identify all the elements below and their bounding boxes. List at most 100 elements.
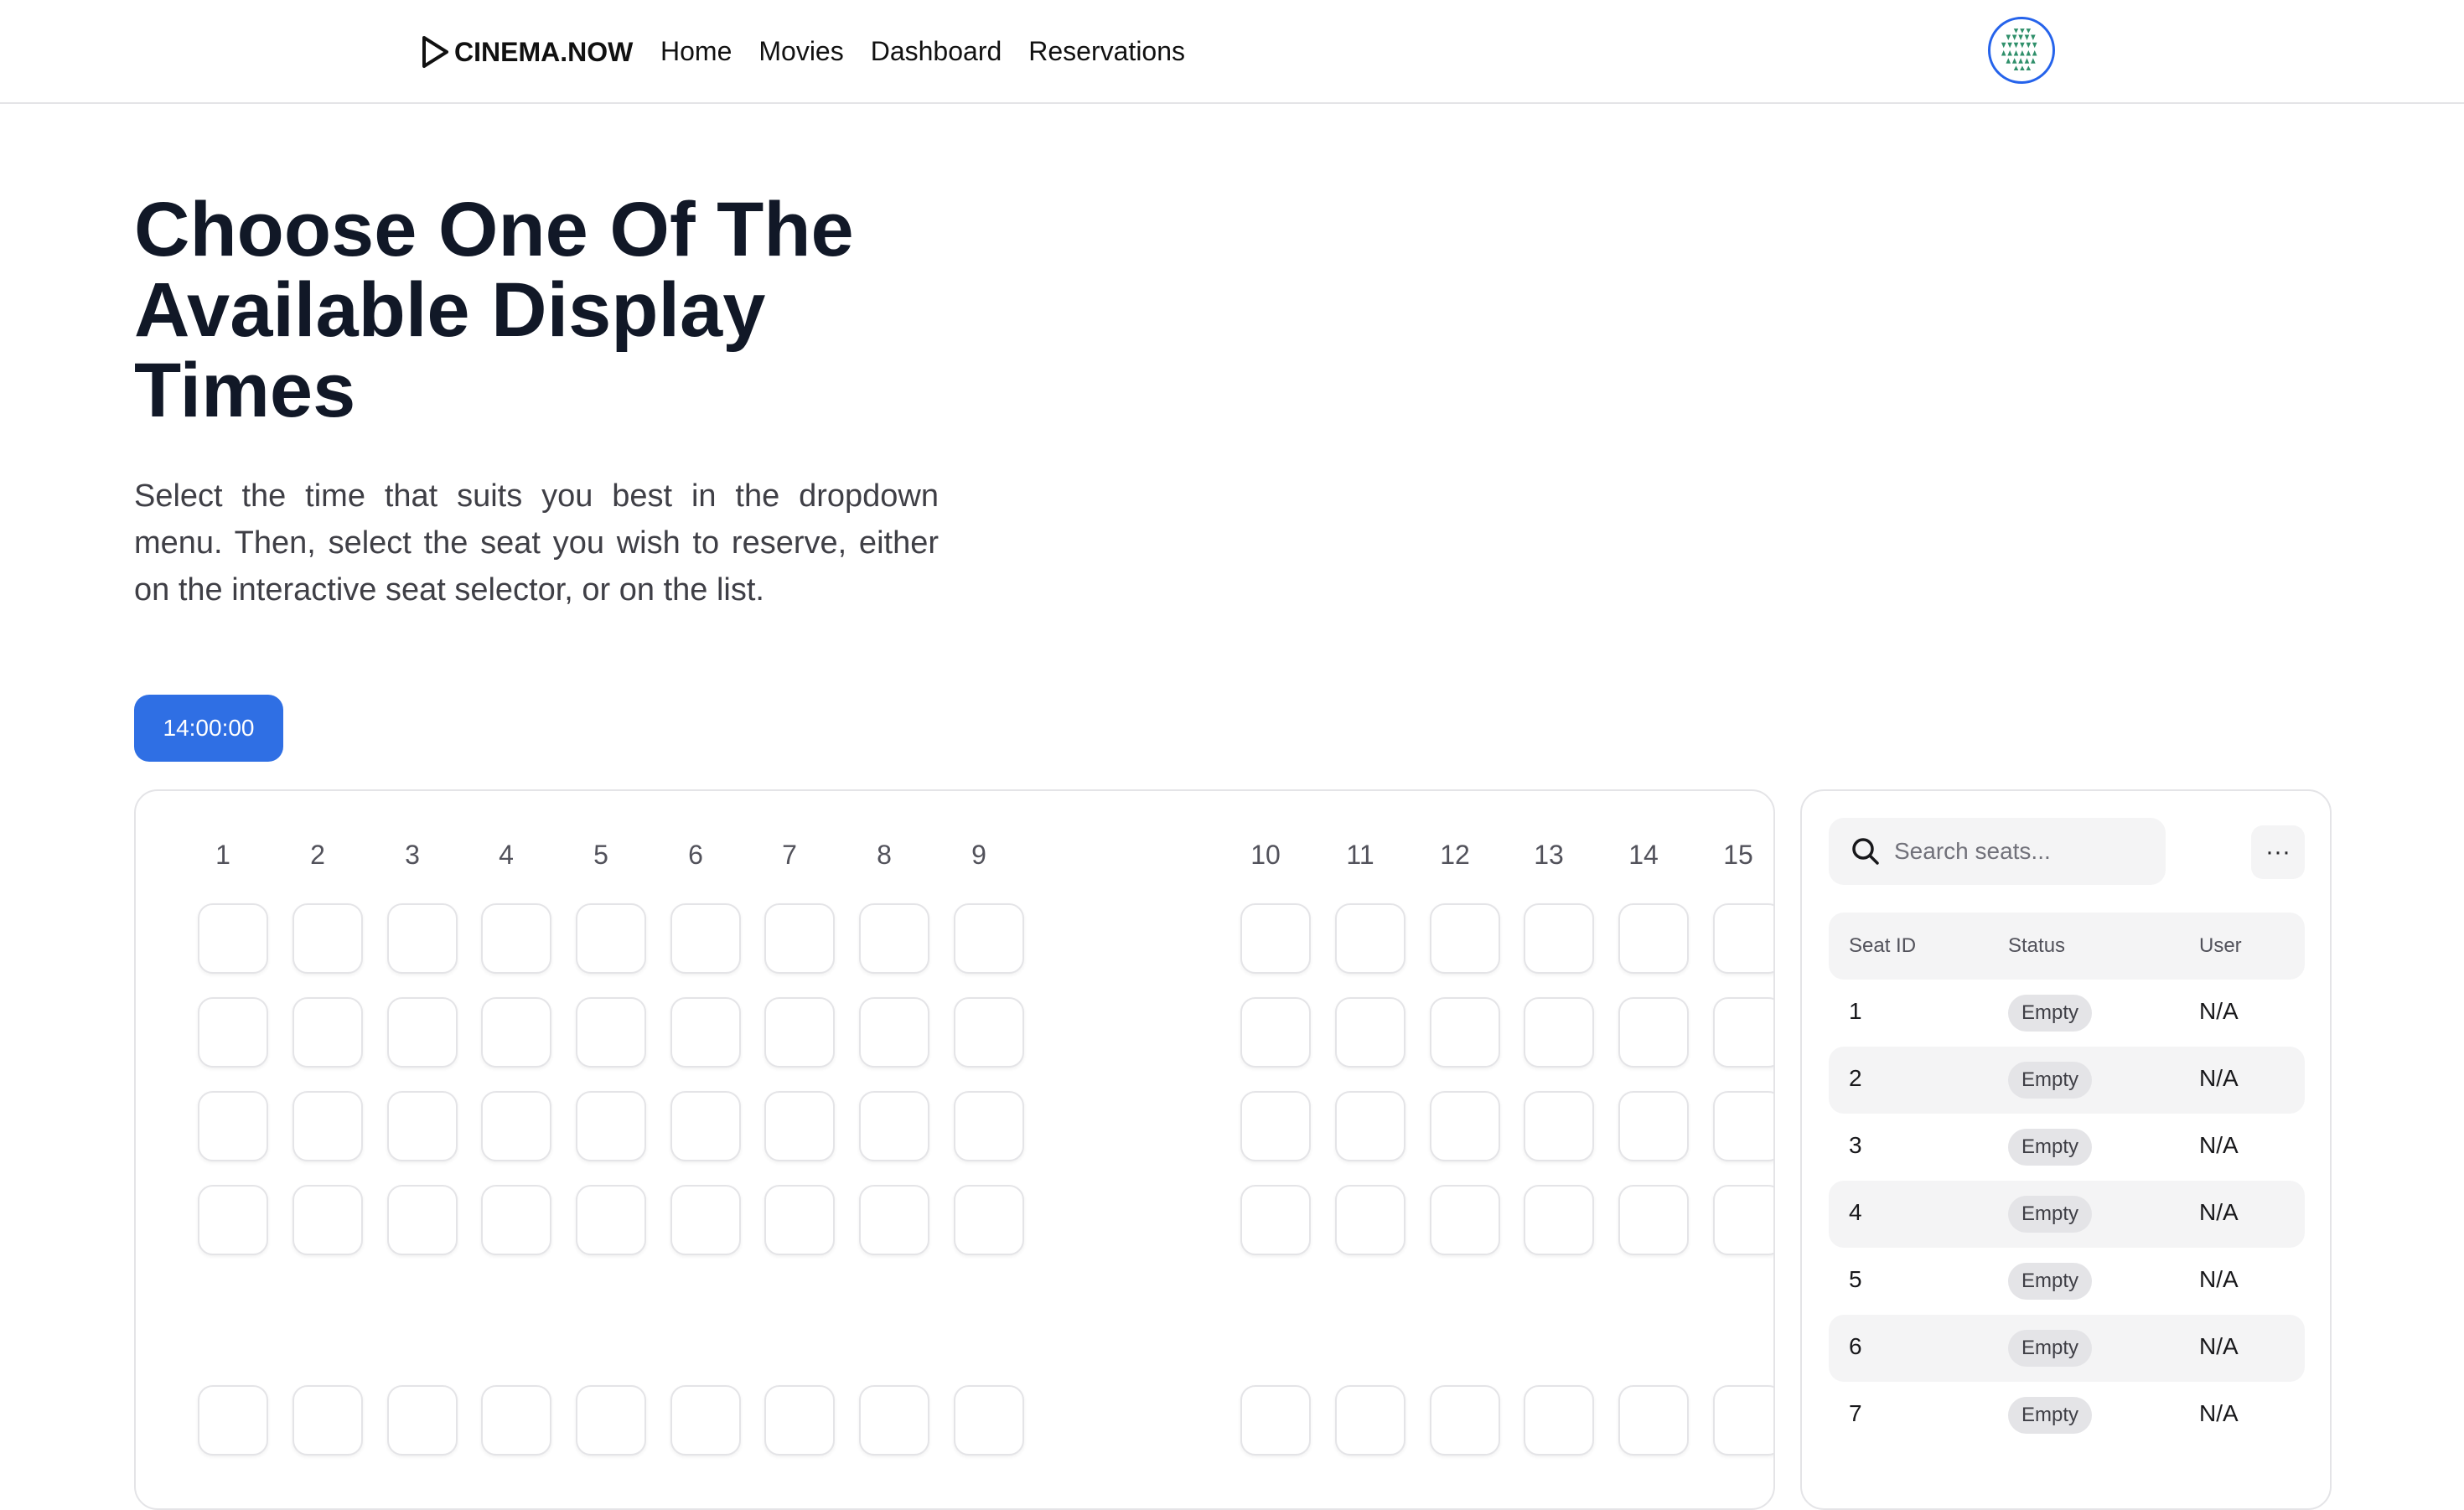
seat[interactable] bbox=[670, 903, 741, 974]
seat[interactable] bbox=[481, 997, 551, 1068]
seat[interactable] bbox=[198, 1385, 268, 1456]
seat[interactable] bbox=[387, 1091, 458, 1161]
seat[interactable] bbox=[576, 1385, 646, 1456]
seat[interactable] bbox=[1240, 997, 1311, 1068]
nav-link-reservations[interactable]: Reservations bbox=[1028, 36, 1185, 67]
seat[interactable] bbox=[1713, 1185, 1773, 1255]
seat[interactable] bbox=[576, 1185, 646, 1255]
seat[interactable] bbox=[1240, 1091, 1311, 1161]
seat[interactable] bbox=[481, 903, 551, 974]
user-cell: N/A bbox=[2199, 1132, 2239, 1158]
play-icon bbox=[422, 36, 448, 68]
seat[interactable] bbox=[954, 1091, 1024, 1161]
seat[interactable] bbox=[387, 997, 458, 1068]
seat[interactable] bbox=[1618, 1385, 1689, 1456]
seat[interactable] bbox=[859, 1091, 929, 1161]
top-navbar: CINEMA.NOW Home Movies Dashboard Reserva… bbox=[0, 0, 2464, 104]
seat[interactable] bbox=[292, 903, 363, 974]
status-badge: Empty bbox=[2008, 1330, 2093, 1367]
seat-list-row[interactable]: 5 Empty N/A bbox=[1829, 1248, 2305, 1315]
seat[interactable] bbox=[1524, 997, 1594, 1068]
main-nav: Home Movies Dashboard Reservations bbox=[660, 32, 1212, 70]
seat-list-row[interactable]: 7 Empty N/A bbox=[1829, 1382, 2305, 1449]
seat[interactable] bbox=[670, 997, 741, 1068]
search-input[interactable] bbox=[1892, 837, 2164, 866]
seat[interactable] bbox=[954, 1385, 1024, 1456]
seat[interactable] bbox=[1713, 1091, 1773, 1161]
seat[interactable] bbox=[198, 1185, 268, 1255]
seat[interactable] bbox=[764, 903, 835, 974]
seat[interactable] bbox=[1618, 997, 1689, 1068]
seat[interactable] bbox=[1430, 997, 1500, 1068]
seat[interactable] bbox=[1335, 903, 1405, 974]
seat[interactable] bbox=[1240, 903, 1311, 974]
seat[interactable] bbox=[670, 1385, 741, 1456]
seat[interactable] bbox=[764, 997, 835, 1068]
seat[interactable] bbox=[576, 997, 646, 1068]
seat-list-row[interactable]: 4 Empty N/A bbox=[1829, 1181, 2305, 1248]
seat[interactable] bbox=[292, 1385, 363, 1456]
nav-link-home[interactable]: Home bbox=[660, 36, 732, 67]
seat[interactable] bbox=[292, 997, 363, 1068]
seat-column-label: 8 bbox=[877, 840, 892, 870]
seat[interactable] bbox=[198, 1091, 268, 1161]
seat-list-row[interactable]: 2 Empty N/A bbox=[1829, 1047, 2305, 1114]
seat[interactable] bbox=[1618, 903, 1689, 974]
seat[interactable] bbox=[764, 1091, 835, 1161]
seat[interactable] bbox=[1240, 1185, 1311, 1255]
seat[interactable] bbox=[1335, 997, 1405, 1068]
seat[interactable] bbox=[1618, 1185, 1689, 1255]
nav-link-dashboard[interactable]: Dashboard bbox=[871, 36, 1002, 67]
seat-list-row[interactable]: 6 Empty N/A bbox=[1829, 1315, 2305, 1382]
seat[interactable] bbox=[1713, 1385, 1773, 1456]
search-box[interactable] bbox=[1829, 818, 2166, 885]
seat[interactable] bbox=[859, 1185, 929, 1255]
seat[interactable] bbox=[1524, 903, 1594, 974]
seat[interactable] bbox=[954, 997, 1024, 1068]
seat[interactable] bbox=[481, 1185, 551, 1255]
seat[interactable] bbox=[387, 903, 458, 974]
seat[interactable] bbox=[1430, 1091, 1500, 1161]
seat[interactable] bbox=[576, 903, 646, 974]
seat[interactable] bbox=[1524, 1091, 1594, 1161]
seat[interactable] bbox=[1240, 1385, 1311, 1456]
more-options-button[interactable]: ··· bbox=[2251, 825, 2305, 879]
seat[interactable] bbox=[670, 1091, 741, 1161]
seat[interactable] bbox=[764, 1385, 835, 1456]
seat[interactable] bbox=[198, 997, 268, 1068]
seat[interactable] bbox=[1524, 1385, 1594, 1456]
seat[interactable] bbox=[859, 1385, 929, 1456]
brand-logo[interactable]: CINEMA.NOW bbox=[419, 31, 633, 73]
showtime-dropdown-button[interactable]: 14:00:00 bbox=[134, 695, 283, 762]
seat[interactable] bbox=[292, 1091, 363, 1161]
seat[interactable] bbox=[1430, 903, 1500, 974]
seat[interactable] bbox=[1430, 1185, 1500, 1255]
seat[interactable] bbox=[954, 1185, 1024, 1255]
seat[interactable] bbox=[481, 1385, 551, 1456]
seat[interactable] bbox=[1335, 1185, 1405, 1255]
seat[interactable] bbox=[1713, 903, 1773, 974]
seat[interactable] bbox=[1335, 1385, 1405, 1456]
seat-list-row[interactable]: 1 Empty N/A bbox=[1829, 980, 2305, 1047]
seat[interactable] bbox=[670, 1185, 741, 1255]
brand-name[interactable]: CINEMA.NOW bbox=[454, 37, 633, 68]
seat[interactable] bbox=[954, 903, 1024, 974]
seat[interactable] bbox=[481, 1091, 551, 1161]
user-avatar[interactable] bbox=[1988, 17, 2055, 84]
seat[interactable] bbox=[859, 903, 929, 974]
seat[interactable] bbox=[292, 1185, 363, 1255]
seat[interactable] bbox=[764, 1185, 835, 1255]
seat[interactable] bbox=[1524, 1185, 1594, 1255]
seat[interactable] bbox=[387, 1185, 458, 1255]
seat-list-row[interactable]: 3 Empty N/A bbox=[1829, 1114, 2305, 1181]
seat-column-label: 5 bbox=[593, 840, 608, 870]
seat[interactable] bbox=[387, 1385, 458, 1456]
seat[interactable] bbox=[859, 997, 929, 1068]
seat[interactable] bbox=[1713, 997, 1773, 1068]
seat[interactable] bbox=[576, 1091, 646, 1161]
seat[interactable] bbox=[1430, 1385, 1500, 1456]
seat[interactable] bbox=[1618, 1091, 1689, 1161]
seat[interactable] bbox=[198, 903, 268, 974]
nav-link-movies[interactable]: Movies bbox=[758, 36, 843, 67]
seat[interactable] bbox=[1335, 1091, 1405, 1161]
